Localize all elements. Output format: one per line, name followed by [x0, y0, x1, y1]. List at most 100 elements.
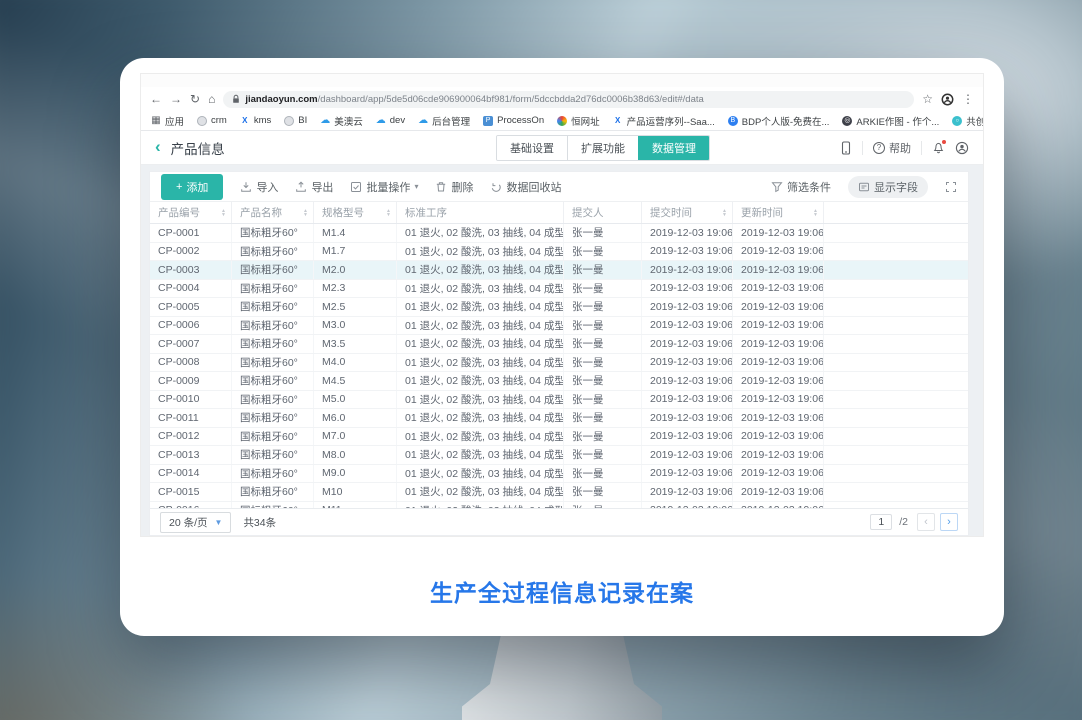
lock-icon: [232, 94, 240, 104]
bookmark-item[interactable]: ARKIE作图 - 作个...: [842, 114, 939, 128]
cell-product-name: 国标粗牙60°: [232, 243, 314, 261]
bookmark-label: crm: [211, 115, 227, 126]
sort-arrows-icon[interactable]: ▲▼: [813, 209, 823, 217]
table-row[interactable]: CP-0004 国标粗牙60° M2.3 01 退火, 02 酸洗, 03 抽线…: [150, 280, 968, 299]
table-row[interactable]: CP-0006 国标粗牙60° M3.0 01 退火, 02 酸洗, 03 抽线…: [150, 317, 968, 336]
sort-arrows-icon[interactable]: ▲▼: [722, 209, 732, 217]
table-row[interactable]: CP-0003 国标粗牙60° M2.0 01 退火, 02 酸洗, 03 抽线…: [150, 261, 968, 280]
url-path: /dashboard/app/5de5d06cde906900064bf981/…: [318, 94, 704, 105]
display-fields-button[interactable]: 显示字段: [848, 176, 928, 198]
fullscreen-icon: [945, 181, 957, 193]
prev-page-button[interactable]: ‹: [917, 513, 935, 531]
table-row[interactable]: CP-0001 国标粗牙60° M1.4 01 退火, 02 酸洗, 03 抽线…: [150, 224, 968, 243]
star-icon[interactable]: ☆: [922, 93, 933, 105]
cell-standard-process: 01 退火, 02 酸洗, 03 抽线, 04 成型, 05 搓牙, 06 热.…: [397, 224, 564, 242]
table-row[interactable]: CP-0010 国标粗牙60° M5.0 01 退火, 02 酸洗, 03 抽线…: [150, 391, 968, 410]
batch-actions-button[interactable]: 批量操作 ▾: [350, 179, 418, 195]
bookmark-item[interactable]: BI: [284, 115, 307, 126]
profile-icon[interactable]: [941, 93, 954, 106]
column-header[interactable]: 产品编号 ▲▼: [150, 202, 232, 223]
column-header[interactable]: 标准工序 ▲▼: [397, 202, 564, 223]
delete-button[interactable]: 删除: [435, 179, 473, 195]
sort-arrows-icon[interactable]: ▲▼: [221, 209, 231, 217]
url-bar[interactable]: jiandaoyun.com/dashboard/app/5de5d06cde9…: [223, 91, 914, 108]
add-button[interactable]: + 添加: [161, 174, 223, 200]
back-icon[interactable]: ←: [150, 93, 162, 105]
add-label: 添加: [186, 179, 208, 195]
avatar-icon[interactable]: [955, 141, 969, 155]
next-page-button[interactable]: ›: [940, 513, 958, 531]
table-row[interactable]: CP-0015 国标粗牙60° M10 01 退火, 02 酸洗, 03 抽线,…: [150, 483, 968, 502]
phone-icon[interactable]: [840, 141, 852, 155]
bookmark-item[interactable]: 应用: [151, 114, 184, 128]
app-tab[interactable]: 基础设置: [497, 136, 567, 160]
table-row[interactable]: CP-0002 国标粗牙60° M1.7 01 退火, 02 酸洗, 03 抽线…: [150, 243, 968, 262]
notifications-button[interactable]: [932, 141, 945, 154]
bookmark-item[interactable]: 后台管理: [418, 114, 470, 128]
cell-submit-time: 2019-12-03 19:06:17: [642, 280, 733, 298]
table-row[interactable]: CP-0013 国标粗牙60° M8.0 01 退火, 02 酸洗, 03 抽线…: [150, 446, 968, 465]
bookmark-item[interactable]: crm: [197, 115, 227, 126]
cell-empty: [824, 391, 968, 409]
filter-button[interactable]: 筛选条件: [771, 179, 831, 195]
table-row[interactable]: CP-0008 国标粗牙60° M4.0 01 退火, 02 酸洗, 03 抽线…: [150, 354, 968, 373]
column-header[interactable]: 提交时间 ▲▼: [642, 202, 733, 223]
column-header[interactable]: 提交人 ▲▼: [564, 202, 642, 223]
recycle-bin-button[interactable]: 数据回收站: [490, 179, 561, 195]
cell-submitter: 张一曼: [564, 335, 642, 353]
bookmark-favicon: [320, 116, 330, 126]
column-header[interactable]: ▲▼: [824, 202, 968, 223]
export-button[interactable]: 导出: [295, 179, 333, 195]
bookmark-favicon: [557, 116, 567, 126]
table-row[interactable]: CP-0011 国标粗牙60° M6.0 01 退火, 02 酸洗, 03 抽线…: [150, 409, 968, 428]
column-header[interactable]: 产品名称 ▲▼: [232, 202, 314, 223]
bookmark-favicon: [197, 116, 207, 126]
bookmark-item[interactable]: 美澳云: [320, 114, 363, 128]
table-row[interactable]: CP-0014 国标粗牙60° M9.0 01 退火, 02 酸洗, 03 抽线…: [150, 465, 968, 484]
table-row[interactable]: CP-0009 国标粗牙60° M4.5 01 退火, 02 酸洗, 03 抽线…: [150, 372, 968, 391]
bookmark-item[interactable]: 恒网址: [557, 114, 600, 128]
bookmark-label: ARKIE作图 - 作个...: [856, 114, 939, 128]
page-size-select[interactable]: 20 条/页 ▼: [160, 512, 231, 533]
home-icon[interactable]: ⌂: [208, 93, 215, 105]
back-chevron-icon[interactable]: ‹: [155, 138, 161, 155]
column-header[interactable]: 更新时间 ▲▼: [733, 202, 824, 223]
bookmark-item[interactable]: ProcessOn: [483, 115, 544, 126]
table-row[interactable]: CP-0007 国标粗牙60° M3.5 01 退火, 02 酸洗, 03 抽线…: [150, 335, 968, 354]
bookmark-favicon: [842, 116, 852, 126]
bookmark-favicon: [151, 116, 161, 126]
bookmark-item[interactable]: kms: [240, 115, 271, 126]
column-header[interactable]: 规格型号 ▲▼: [314, 202, 397, 223]
bookmark-favicon: [728, 116, 738, 126]
fullscreen-button[interactable]: [945, 181, 957, 193]
bookmark-item[interactable]: dev: [376, 115, 405, 126]
import-button[interactable]: 导入: [240, 179, 278, 195]
table-row[interactable]: CP-0005 国标粗牙60° M2.5 01 退火, 02 酸洗, 03 抽线…: [150, 298, 968, 317]
bookmark-item[interactable]: BDP个人版-免费在...: [728, 114, 830, 128]
cell-submit-time: 2019-12-03 19:06:17: [642, 465, 733, 483]
browser-toolbar: ← → ↻ ⌂ jiandaoyun.com/dashboard/app/5de…: [141, 87, 983, 111]
delete-label: 删除: [451, 179, 473, 195]
current-page-input[interactable]: 1: [870, 514, 892, 530]
cell-submitter: 张一曼: [564, 298, 642, 316]
cell-standard-process: 01 退火, 02 酸洗, 03 抽线, 04 成型, 05 搓牙, 06 热.…: [397, 280, 564, 298]
bookmark-item[interactable]: 共创的项目 - Tower: [952, 114, 983, 128]
forward-icon[interactable]: →: [170, 93, 182, 105]
sort-arrows-icon[interactable]: ▲▼: [386, 209, 396, 217]
cell-empty: [824, 446, 968, 464]
cell-empty: [824, 465, 968, 483]
cell-spec-model: M2.5: [314, 298, 397, 316]
help-button[interactable]: ? 帮助: [873, 140, 911, 156]
sort-arrows-icon[interactable]: ▲▼: [303, 209, 313, 217]
cell-submitter: 张一曼: [564, 409, 642, 427]
settings-tabs: 基础设置 扩展功能 数据管理: [496, 135, 710, 161]
reload-icon[interactable]: ↻: [190, 93, 200, 105]
app-tab[interactable]: 扩展功能: [567, 136, 638, 160]
cell-product-id: CP-0013: [150, 446, 232, 464]
cell-submitter: 张一曼: [564, 465, 642, 483]
bookmark-item[interactable]: 产品运营序列--Saa...: [613, 114, 715, 128]
bookmark-label: ProcessOn: [497, 115, 544, 126]
app-tab[interactable]: 数据管理: [638, 136, 709, 160]
menu-dots-icon[interactable]: ⋮: [962, 93, 974, 105]
table-row[interactable]: CP-0012 国标粗牙60° M7.0 01 退火, 02 酸洗, 03 抽线…: [150, 428, 968, 447]
